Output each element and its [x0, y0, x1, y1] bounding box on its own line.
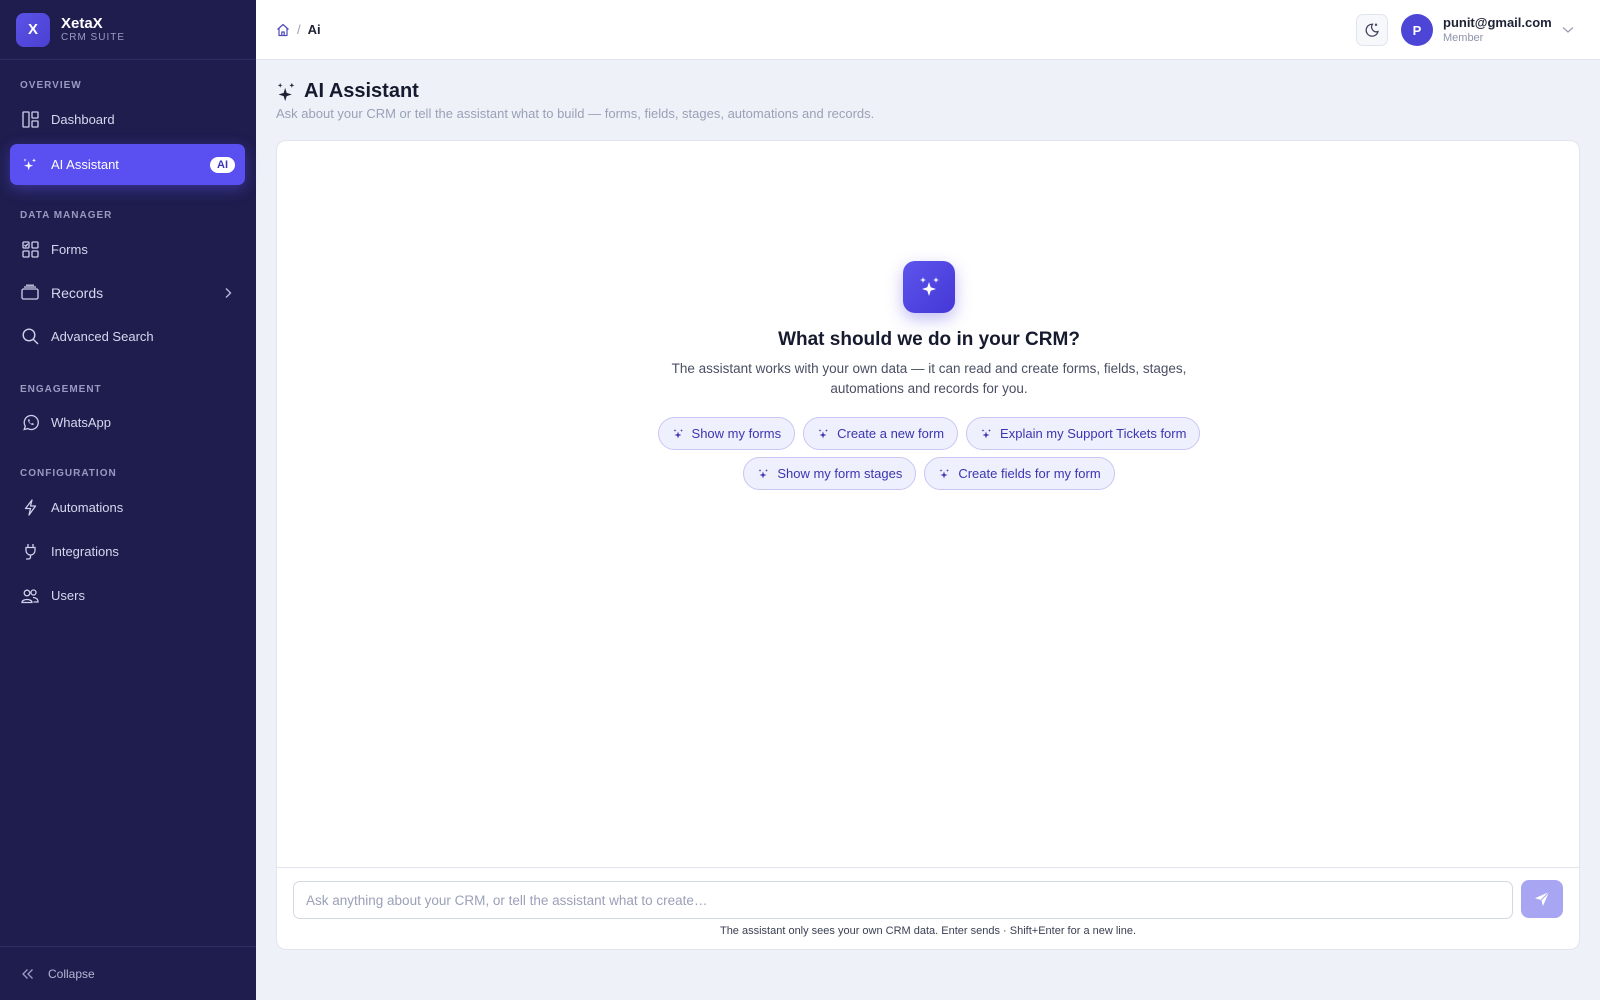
breadcrumb-separator: /: [297, 22, 301, 37]
suggestion-chip-create-form[interactable]: Create a new form: [803, 417, 959, 450]
suggestion-label: Create a new form: [837, 426, 945, 441]
chat-composer: The assistant only sees your own CRM dat…: [277, 867, 1579, 949]
lightning-icon: [21, 499, 39, 517]
suggestion-label: Show my forms: [691, 426, 782, 441]
sparkles-icon: [938, 468, 950, 480]
sparkles-icon: [276, 81, 296, 103]
section-label-engagement: ENGAGEMENT: [20, 384, 102, 395]
suggestion-label: Create fields for my form: [958, 466, 1101, 481]
moon-icon: [1364, 22, 1380, 38]
sidebar-item-automations[interactable]: Automations: [10, 487, 245, 528]
sparkles-icon: [757, 468, 769, 480]
whatsapp-icon: [21, 414, 39, 432]
brand-logo: X: [16, 12, 50, 47]
section-label-data-manager: DATA MANAGER: [20, 210, 113, 221]
suggestion-label: Show my form stages: [777, 466, 903, 481]
suggestion-label: Explain my Support Tickets form: [1000, 426, 1187, 441]
chat-input[interactable]: [293, 881, 1513, 919]
suggestion-chip-explain-support-tickets[interactable]: Explain my Support Tickets form: [966, 417, 1201, 450]
user-role: Member: [1443, 32, 1484, 44]
sparkles-icon: [21, 156, 39, 174]
home-icon[interactable]: [276, 23, 290, 37]
theme-toggle-button[interactable]: [1356, 14, 1388, 46]
sidebar-item-label: Advanced Search: [51, 329, 154, 344]
dashboard-icon: [21, 111, 39, 129]
collapse-button[interactable]: Collapse: [0, 946, 256, 1000]
section-label-configuration: CONFIGURATION: [20, 468, 117, 479]
sidebar-item-label: Integrations: [51, 544, 119, 559]
sidebar-item-forms[interactable]: Forms: [10, 229, 245, 270]
sidebar-item-integrations[interactable]: Integrations: [10, 531, 245, 572]
records-icon: [21, 284, 39, 302]
chevron-down-icon: [1562, 26, 1574, 34]
brand-name: XetaX: [61, 15, 103, 32]
brand[interactable]: X XetaX CRM SUITE: [0, 0, 256, 60]
assistant-chat-panel: What should we do in your CRM? The assis…: [276, 140, 1580, 950]
sidebar-item-label: WhatsApp: [51, 415, 111, 430]
forms-icon: [21, 241, 39, 259]
search-icon: [21, 328, 39, 346]
sidebar-item-label: Users: [51, 588, 85, 603]
sidebar-item-label: Automations: [51, 500, 124, 515]
users-icon: [21, 587, 39, 605]
sparkles-icon: [903, 261, 955, 313]
composer-hint: The assistant only sees your own CRM dat…: [719, 925, 1137, 937]
topbar: / Ai P punit@gmail.com Member: [256, 0, 1600, 60]
sidebar-item-users[interactable]: Users: [10, 575, 245, 616]
sparkles-icon: [672, 428, 684, 440]
suggestion-row: Show my forms Create a new form Explain …: [277, 417, 1581, 450]
ai-badge: AI: [210, 156, 235, 173]
sparkles-icon: [817, 428, 829, 440]
sidebar-item-ai-assistant[interactable]: AI Assistant AI: [10, 144, 245, 185]
sidebar-item-whatsapp[interactable]: WhatsApp: [10, 402, 245, 443]
suggestion-chip-show-form-stages[interactable]: Show my form stages: [743, 457, 917, 490]
assistant-description: The assistant works with your own data —…: [671, 361, 1187, 396]
sidebar-item-label: Records: [51, 284, 104, 301]
chevron-right-icon: [223, 287, 233, 299]
sidebar-item-label: Forms: [51, 242, 88, 257]
sidebar-item-label: Dashboard: [51, 112, 115, 127]
assistant-heading: What should we do in your CRM?: [778, 329, 1080, 350]
sidebar-item-dashboard[interactable]: Dashboard: [10, 99, 245, 140]
sidebar-item-records[interactable]: Records: [10, 272, 245, 313]
suggestion-row: Show my form stages Create fields for my…: [277, 457, 1581, 490]
section-label-overview: OVERVIEW: [20, 80, 82, 91]
breadcrumb: / Ai: [276, 22, 321, 37]
sidebar-item-advanced-search[interactable]: Advanced Search: [10, 316, 245, 357]
suggestion-chip-show-forms[interactable]: Show my forms: [657, 417, 796, 450]
page-title-text: AI Assistant: [304, 80, 419, 102]
page-subtitle: Ask about your CRM or tell the assistant…: [276, 106, 875, 121]
brand-subtitle: CRM SUITE: [61, 32, 125, 43]
sidebar-item-label: AI Assistant: [51, 157, 119, 172]
page-title: AI Assistant: [276, 80, 419, 103]
avatar: P: [1401, 14, 1433, 46]
user-email: punit@gmail.com: [1443, 15, 1552, 30]
send-icon: [1534, 891, 1550, 907]
sparkles-icon: [980, 428, 992, 440]
double-chevron-left-icon: [21, 968, 35, 980]
plug-icon: [21, 543, 39, 561]
suggestion-chip-create-fields[interactable]: Create fields for my form: [924, 457, 1115, 490]
send-button[interactable]: [1521, 880, 1563, 918]
sidebar: X XetaX CRM SUITE OVERVIEW Dashboard AI …: [0, 0, 256, 1000]
breadcrumb-current: Ai: [307, 22, 321, 37]
collapse-label: Collapse: [48, 966, 95, 981]
user-menu[interactable]: P punit@gmail.com Member: [1401, 14, 1574, 46]
